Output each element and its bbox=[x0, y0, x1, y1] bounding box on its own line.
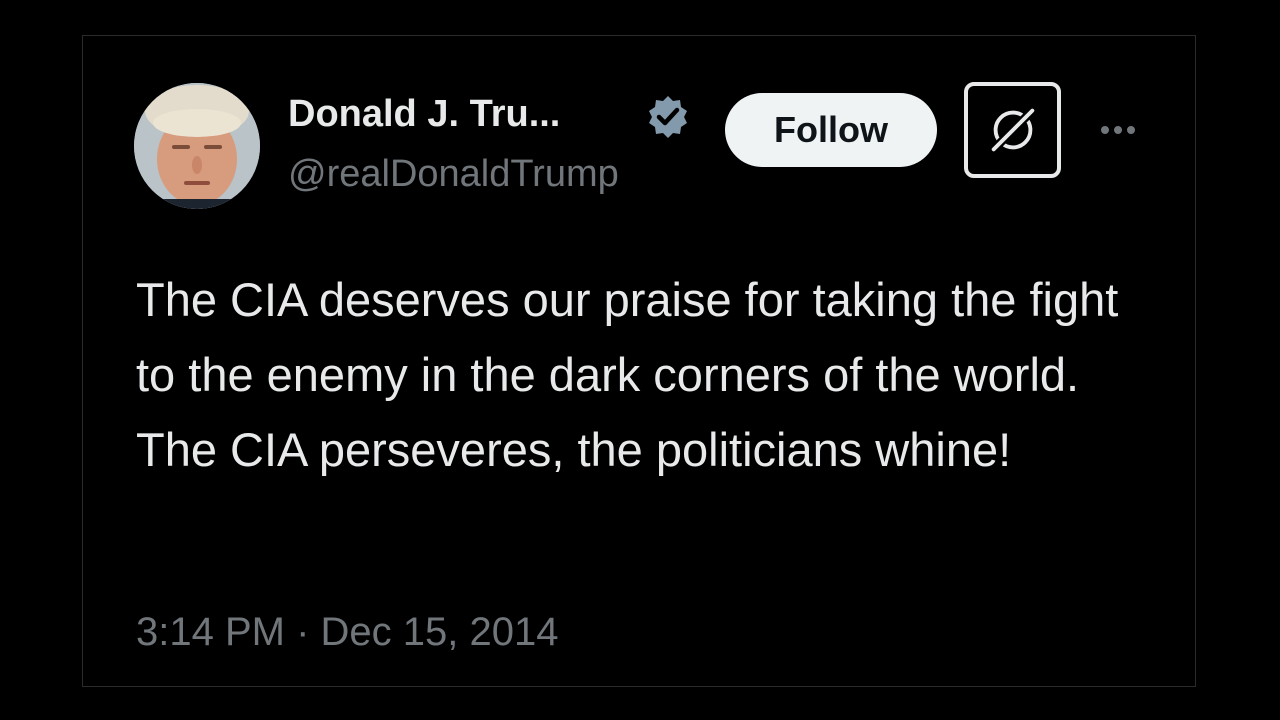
display-name[interactable]: Donald J. Tru... bbox=[288, 93, 560, 136]
follow-button[interactable]: Follow bbox=[725, 93, 937, 167]
grok-icon[interactable] bbox=[964, 82, 1061, 178]
more-dot bbox=[1114, 126, 1122, 134]
more-options-icon[interactable] bbox=[1094, 110, 1142, 150]
verified-badge-icon[interactable] bbox=[644, 93, 692, 141]
more-dot bbox=[1127, 126, 1135, 134]
user-handle[interactable]: @realDonaldTrump bbox=[288, 153, 619, 196]
tweet-timestamp[interactable]: 3:14 PM · Dec 15, 2014 bbox=[136, 610, 558, 655]
more-dot bbox=[1101, 126, 1109, 134]
tweet-text: The CIA deserves our praise for taking t… bbox=[136, 273, 1119, 476]
profile-photo bbox=[134, 83, 260, 209]
avatar[interactable] bbox=[134, 83, 260, 209]
